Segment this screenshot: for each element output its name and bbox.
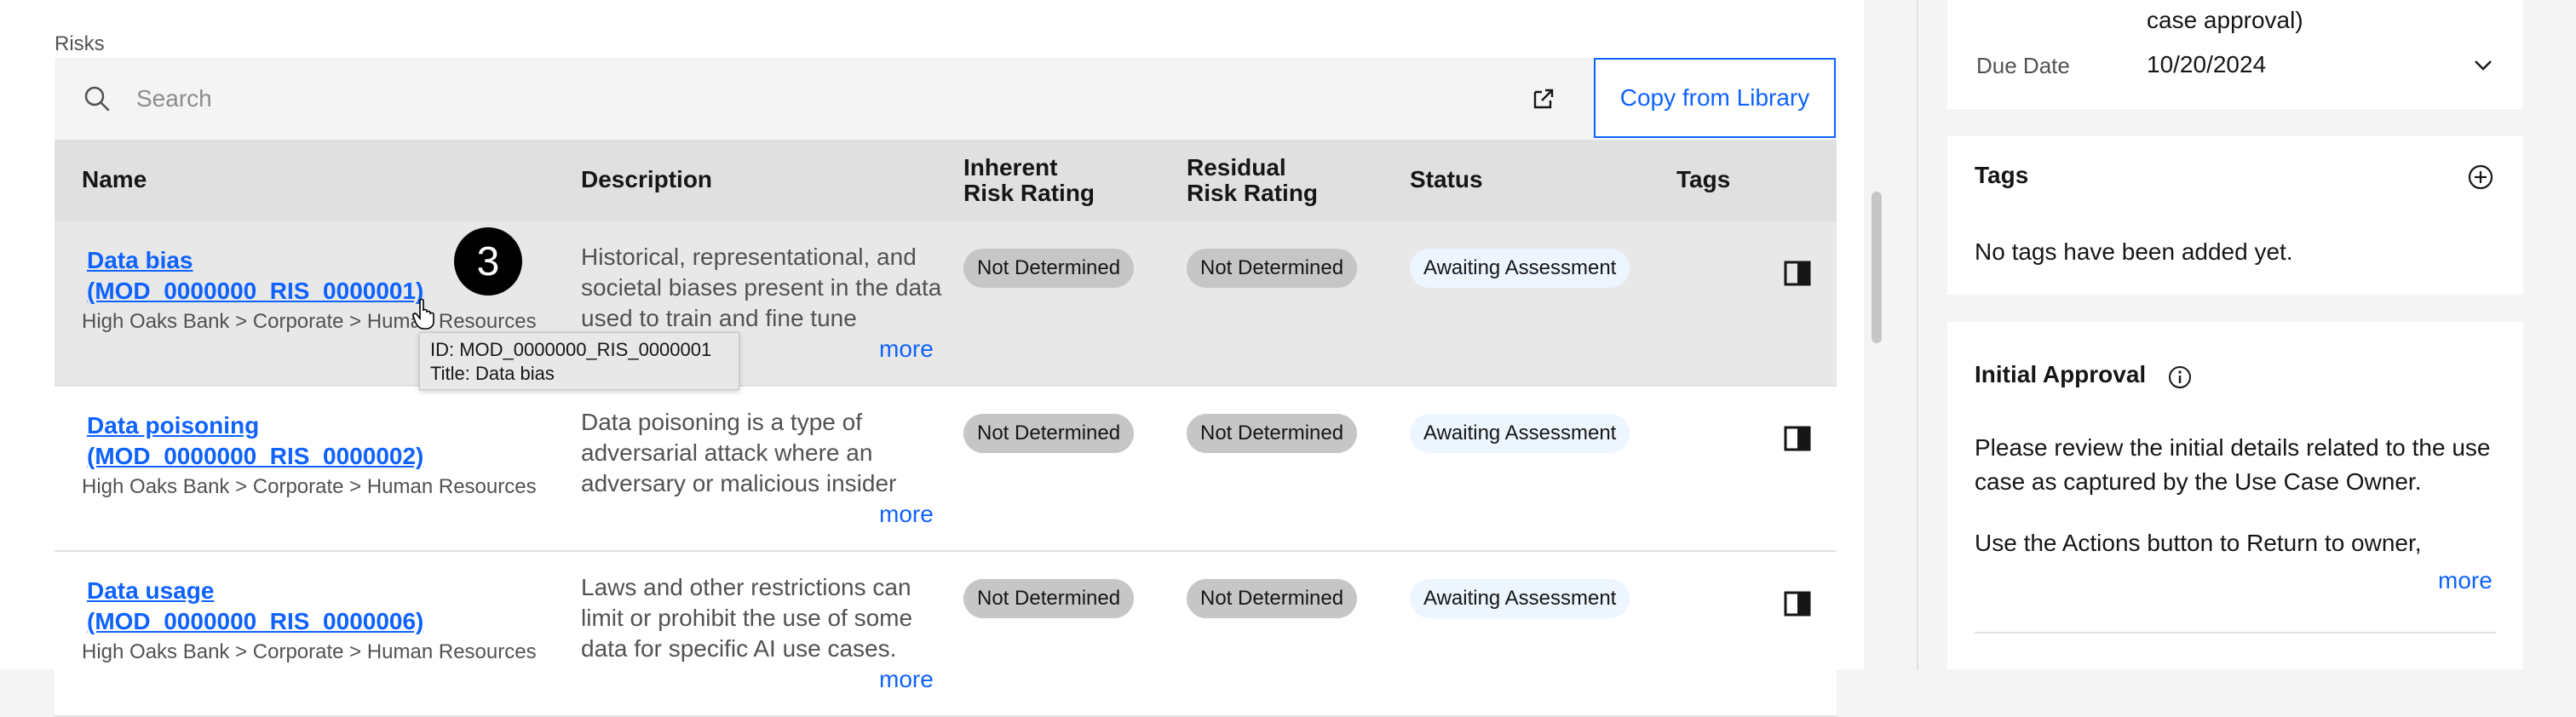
section-label: Risks (55, 32, 105, 55)
column-header-name[interactable]: Name (82, 167, 147, 192)
sidepanel-icon[interactable] (1784, 426, 1811, 451)
search-icon (84, 86, 110, 112)
approval-more-link[interactable]: more (2438, 567, 2493, 594)
name-tooltip: ID: MOD_0000000_RIS_0000001 Title: Data … (419, 332, 739, 390)
column-header-status[interactable]: Status (1410, 167, 1483, 192)
approval-divider (1975, 632, 2496, 634)
inherent-risk-tag: Not Determined (963, 414, 1135, 453)
column-header-inherent-risk[interactable]: Inherent Risk Rating (963, 155, 1095, 206)
column-header-residual-line2: Risk Rating (1187, 180, 1319, 206)
info-icon[interactable] (2167, 364, 2193, 390)
column-header-inherent-line1: Inherent (963, 154, 1058, 181)
residual-risk-tag: Not Determined (1187, 249, 1358, 288)
description-more-link[interactable]: more (879, 501, 934, 528)
approval-paragraph-2: Use the Actions button to Return to owne… (1975, 530, 2422, 556)
column-header-residual-risk[interactable]: Residual Risk Rating (1187, 155, 1318, 206)
step-badge: 3 (454, 227, 522, 295)
description-more-link[interactable]: more (879, 336, 934, 363)
column-header-tags[interactable]: Tags (1676, 167, 1730, 192)
risk-name-line1: Data poisoning (87, 412, 260, 439)
hand-pointer-icon (412, 298, 434, 330)
status-badge: Awaiting Assessment (1410, 249, 1630, 288)
description-more-link[interactable]: more (879, 666, 934, 693)
copy-from-library-button[interactable]: Copy from Library (1594, 58, 1836, 138)
inherent-risk-tag: Not Determined (963, 249, 1135, 288)
status-badge: Awaiting Assessment (1410, 414, 1630, 453)
approval-paragraph-1: Please review the initial details relate… (1975, 434, 2491, 495)
risk-path: High Oaks Bank > Corporate > Human Resou… (82, 475, 537, 498)
risk-path: High Oaks Bank > Corporate > Human Resou… (82, 310, 537, 333)
risk-name-link[interactable]: Data poisoning (MOD_0000000_RIS_0000002) (87, 410, 479, 472)
sidepanel-icon[interactable] (1784, 591, 1811, 617)
scrollbar-thumb[interactable] (1872, 192, 1882, 343)
tags-card: Tags No tags have been added yet. (1947, 136, 2523, 295)
residual-risk-tag: Not Determined (1187, 414, 1358, 453)
panel-divider (1917, 0, 1918, 669)
tags-title: Tags (1975, 162, 2029, 188)
risk-name-link[interactable]: Data usage (MOD_0000000_RIS_0000006) (87, 576, 479, 637)
risk-name-line1: Data usage (87, 577, 215, 604)
table-row[interactable]: Data usage (MOD_0000000_RIS_0000006) Hig… (55, 552, 1837, 717)
add-icon[interactable] (2467, 163, 2494, 191)
tooltip-title: Title: Data bias (430, 363, 555, 384)
inherent-risk-tag: Not Determined (963, 579, 1135, 618)
status-badge: Awaiting Assessment (1410, 579, 1630, 618)
risk-description: Historical, representational, and societ… (581, 244, 942, 331)
risk-name-line1: Data bias (87, 247, 193, 273)
column-header-residual-line1: Residual (1187, 154, 1286, 181)
approval-title: Initial Approval (1975, 361, 2147, 387)
launch-icon[interactable] (1528, 83, 1559, 114)
column-header-inherent-line2: Risk Rating (963, 180, 1095, 206)
initial-approval-card: Initial Approval Please review the initi… (1947, 322, 2523, 669)
table-header: Name Description Inherent Risk Rating Re… (55, 140, 1837, 221)
sidepanel-icon[interactable] (1784, 261, 1811, 286)
column-header-description[interactable]: Description (581, 167, 712, 192)
risk-description: Laws and other restrictions can limit or… (581, 574, 913, 662)
risk-path: High Oaks Bank > Corporate > Human Resou… (82, 640, 537, 663)
previous-field-value: case approval) (2147, 7, 2303, 33)
table-row[interactable]: Data poisoning (MOD_0000000_RIS_0000002)… (55, 387, 1837, 552)
due-date-value[interactable]: 10/20/2024 (2147, 49, 2266, 80)
risk-name-id: (MOD_0000000_RIS_0000002) (87, 443, 424, 469)
details-card: case approval) Due Date 10/20/2024 (1947, 0, 2523, 109)
table-row[interactable]: Data bias (MOD_0000000_RIS_0000001) High… (55, 221, 1837, 387)
residual-risk-tag: Not Determined (1187, 579, 1358, 618)
tags-empty-text: No tags have been added yet. (1975, 238, 2293, 265)
risk-name-id: (MOD_0000000_RIS_0000006) (87, 608, 424, 634)
tooltip-id: ID: MOD_0000000_RIS_0000001 (430, 339, 712, 360)
risk-description: Data poisoning is a type of adversarial … (581, 409, 897, 496)
chevron-down-icon[interactable] (2472, 56, 2494, 73)
due-date-label: Due Date (1976, 53, 2070, 78)
search-input[interactable] (136, 82, 1414, 116)
